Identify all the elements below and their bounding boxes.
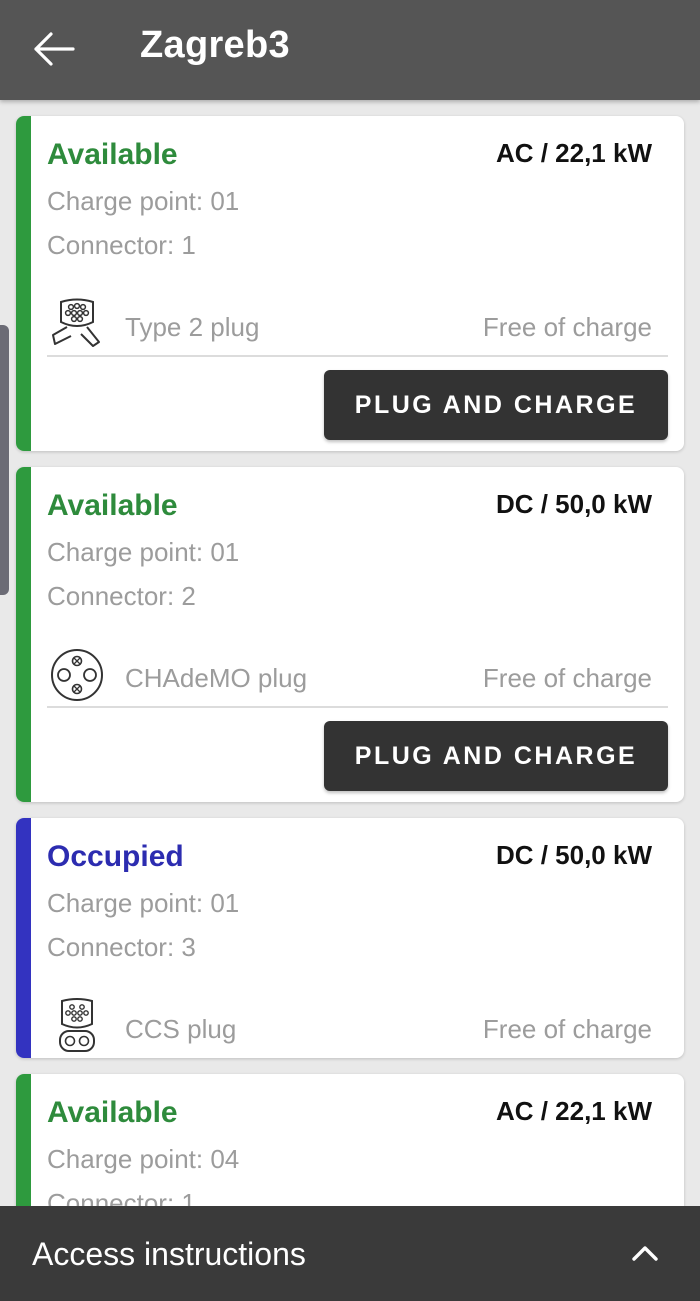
status-label: Available: [47, 1096, 178, 1129]
power-label: AC / 22,1 kW: [495, 138, 652, 168]
page-title: Zagreb3: [140, 24, 290, 66]
back-button[interactable]: [26, 22, 80, 76]
plug-and-charge-button[interactable]: PLUG AND CHARGE: [324, 370, 668, 440]
charge-point-label: Charge point: 04: [47, 1144, 240, 1174]
status-label: Available: [47, 489, 178, 522]
status-stripe: [16, 1074, 31, 1206]
charge-point-label: Charge point: 01: [47, 537, 240, 567]
charge-point-label: Charge point: 01: [47, 888, 240, 918]
connector-card: Available AC / 22,1 kW Charge point: 01 …: [16, 116, 684, 451]
plug-type-label: CCS plug: [125, 1014, 237, 1044]
plug-type-label: Type 2 plug: [125, 312, 260, 342]
power-label: DC / 50,0 kW: [495, 489, 652, 519]
side-drawer-handle[interactable]: [0, 325, 9, 595]
status-stripe: [16, 116, 31, 451]
status-stripe: [16, 818, 31, 1058]
charge-point-label: Charge point: 01: [47, 186, 240, 216]
power-label: DC / 50,0 kW: [495, 840, 652, 870]
connector-label: Connector: 1: [47, 1188, 196, 1206]
price-label: Free of charge: [482, 312, 652, 342]
chevron-up-icon[interactable]: [628, 1236, 662, 1270]
arrow-left-icon: [34, 32, 75, 66]
connector-label: Connector: 1: [47, 230, 196, 260]
power-label: AC / 22,1 kW: [495, 1096, 652, 1126]
divider: [47, 355, 668, 357]
access-instructions-panel[interactable]: Access instructions: [0, 1206, 700, 1301]
connector-list: Available AC / 22,1 kW Charge point: 01 …: [0, 100, 700, 1206]
ccs-plug-icon: [59, 998, 95, 1052]
access-instructions-label: Access instructions: [32, 1236, 306, 1272]
connector-card: Occupied DC / 50,0 kW Charge point: 01 C…: [16, 818, 684, 1058]
type2-plug-icon: [52, 298, 100, 347]
price-label: Free of charge: [482, 663, 652, 693]
connector-card: Available DC / 50,0 kW Charge point: 01 …: [16, 467, 684, 802]
status-label: Available: [47, 138, 178, 171]
status-stripe: [16, 467, 31, 802]
divider: [47, 706, 668, 708]
price-label: Free of charge: [482, 1014, 652, 1044]
plug-type-label: CHAdeMO plug: [125, 663, 308, 693]
status-label: Occupied: [47, 840, 184, 873]
chademo-plug-icon: [51, 649, 103, 701]
app-bar: Zagreb3: [0, 0, 700, 100]
connector-card: Available AC / 22,1 kW Charge point: 04 …: [16, 1074, 684, 1206]
connector-label: Connector: 2: [47, 581, 196, 611]
connector-label: Connector: 3: [47, 932, 196, 962]
plug-and-charge-button[interactable]: PLUG AND CHARGE: [324, 721, 668, 791]
